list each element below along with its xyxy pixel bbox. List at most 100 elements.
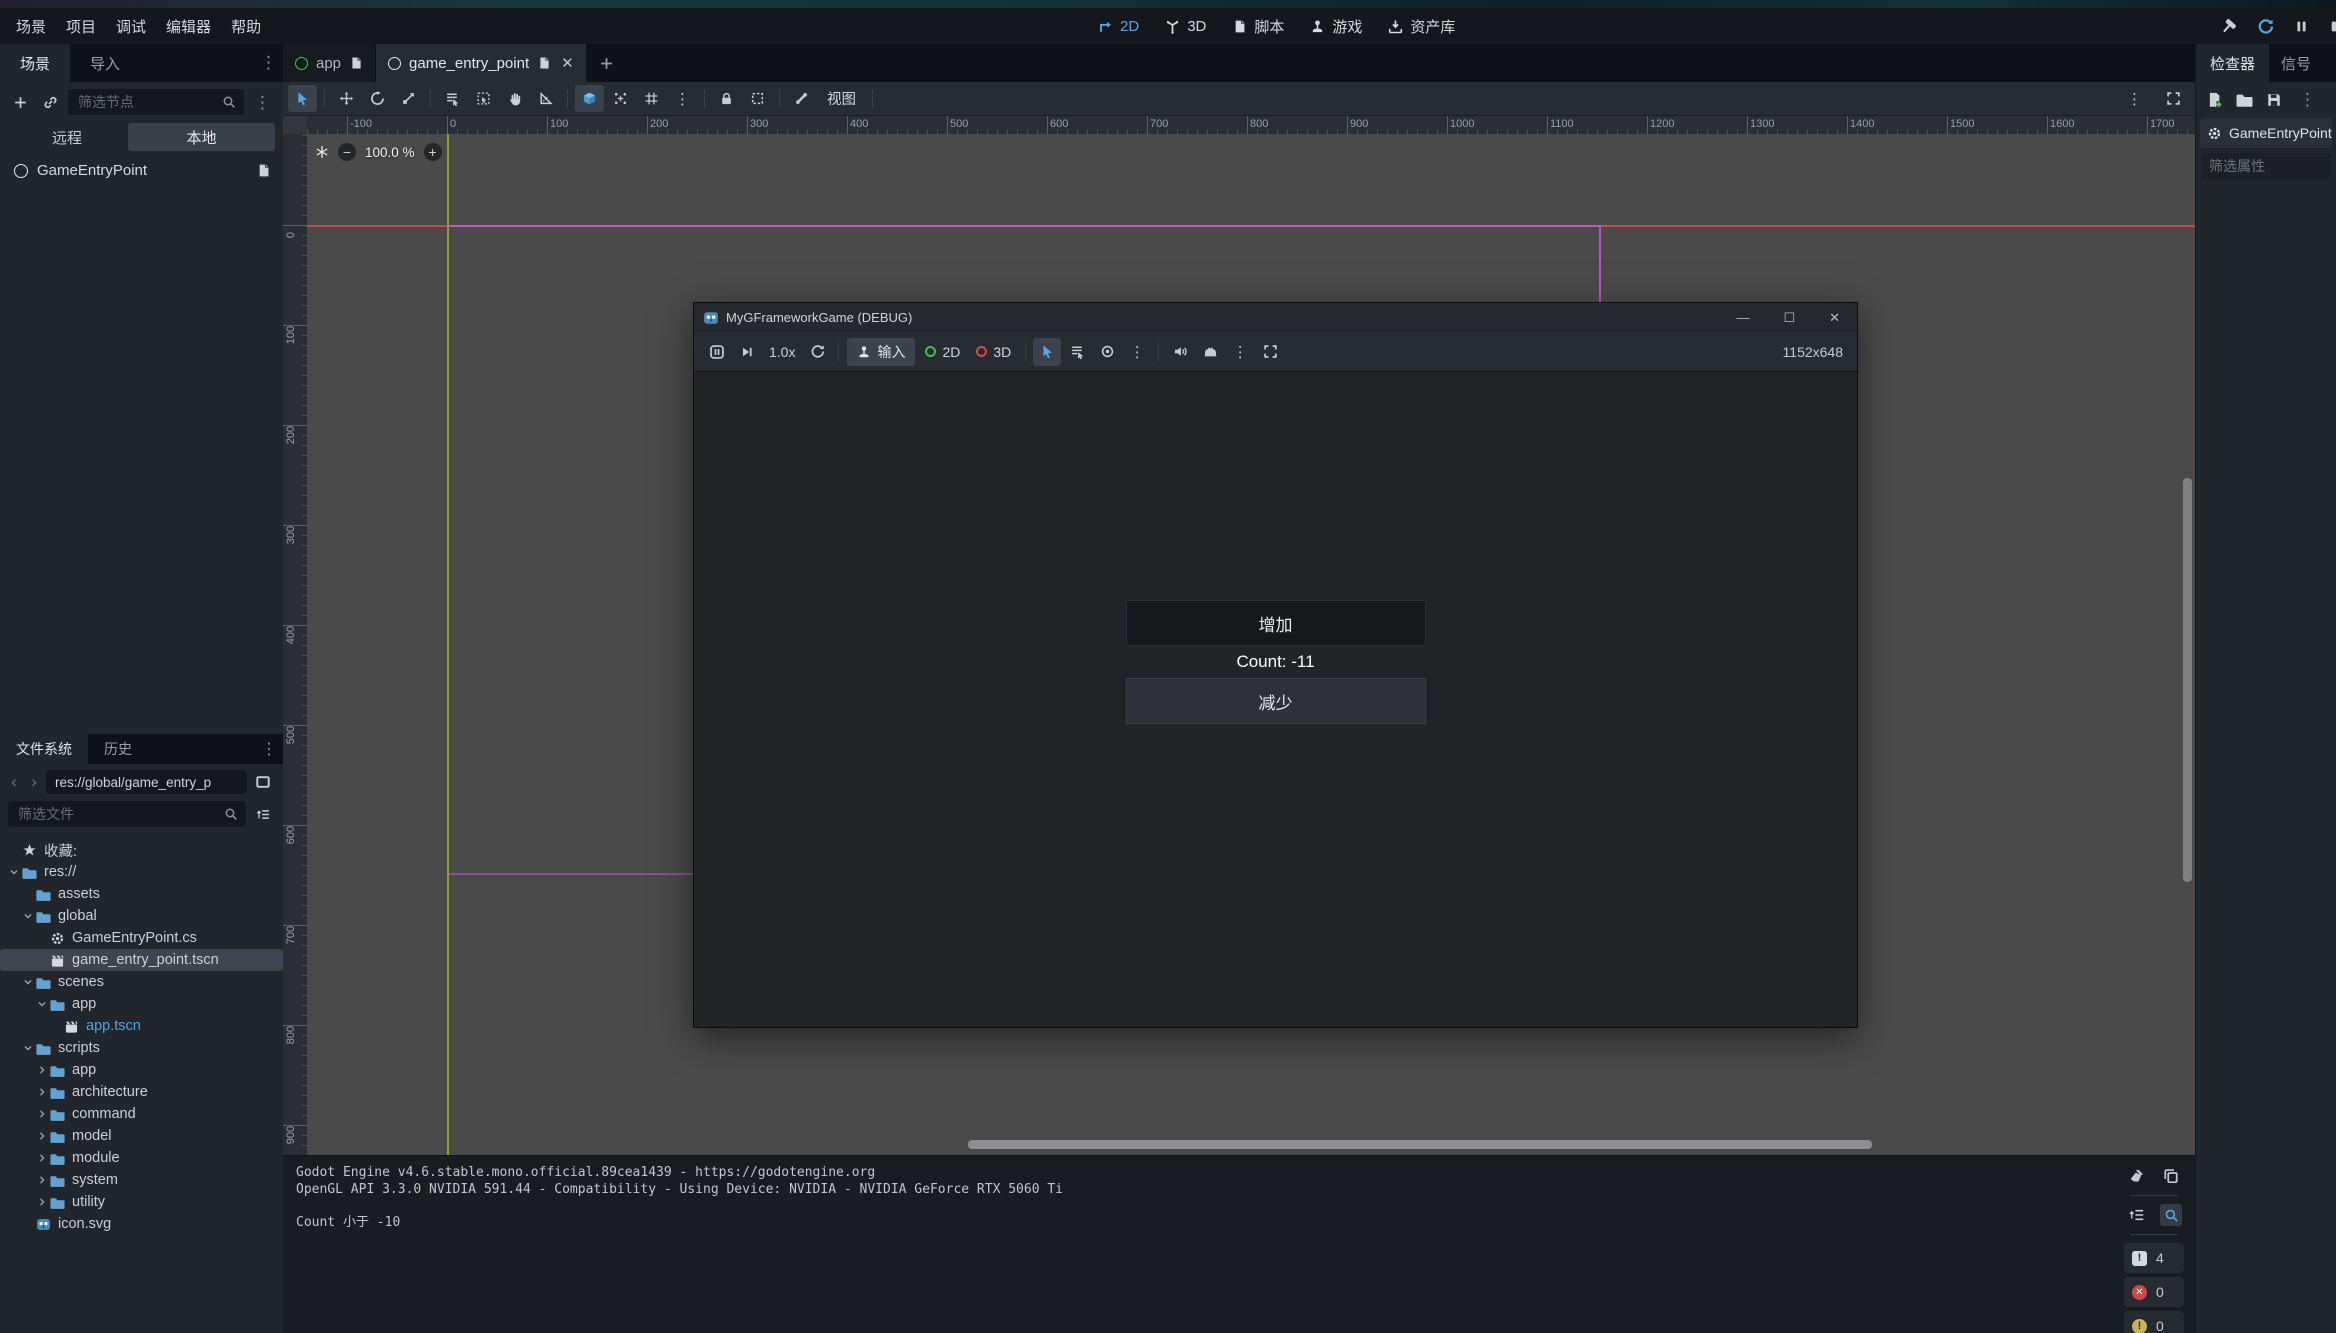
menu-1[interactable]: 场景 [6,11,56,42]
filter-properties-input[interactable]: 筛选属性 [2201,153,2331,179]
add-node-button[interactable] [8,90,32,114]
file-tree-item-utility[interactable]: utility [0,1191,283,1213]
scene-tree-menu-icon[interactable]: ⋮ [250,94,275,111]
chevron-down-icon[interactable] [20,1042,35,1054]
skeleton-options-button[interactable] [787,85,816,112]
file-tree-item-module[interactable]: module [0,1147,283,1169]
grid-snap-button[interactable] [637,85,666,112]
file-tree-item-app[interactable]: app [0,993,283,1015]
suspend-button[interactable] [703,338,731,366]
game-window-titlebar[interactable]: MyGFrameworkGame (DEBUG) — ☐ ✕ [694,303,1857,332]
canvas-area[interactable]: − 100.0 % + MyGFrameworkGame (DEBUG) — ☐ [307,134,2195,1155]
menu-5[interactable]: 帮助 [221,11,271,42]
decrease-button[interactable]: 减少 [1126,678,1426,724]
camera-options-menu-icon[interactable]: ⋮ [1123,338,1151,366]
show-selection-button[interactable] [469,85,498,112]
file-tree-item-global[interactable]: global [0,905,283,927]
embed-options-button[interactable] [1196,338,1224,366]
menu-4[interactable]: 编辑器 [156,11,221,42]
selection-list-button[interactable] [1063,338,1091,366]
scale-tool-button[interactable] [394,85,423,112]
mode-3d-button[interactable]: 3D [968,344,1019,360]
remote-tab[interactable]: 远程 [8,127,126,148]
selection-list-button[interactable] [438,85,467,112]
nav-back-icon[interactable]: ‹ [6,772,22,792]
chevron-right-icon[interactable] [34,1130,49,1142]
smart-snap-button[interactable] [575,85,604,112]
camera-override-button[interactable] [1093,338,1121,366]
stop-game-icon[interactable] [2329,19,2336,34]
workspace-资产库[interactable]: 资产库 [1388,16,1455,37]
view-menu[interactable]: 视图 [817,88,866,109]
menu-2[interactable]: 项目 [56,11,106,42]
chevron-right-icon[interactable] [34,1064,49,1076]
copy-output-icon[interactable] [2160,1165,2182,1187]
load-resource-icon[interactable] [2236,91,2253,108]
build-hammer-icon[interactable] [2220,18,2237,35]
group-node-button[interactable] [743,85,772,112]
file-tree-item-icon.svg[interactable]: icon.svg [0,1213,283,1235]
pause-game-icon[interactable] [2294,19,2309,34]
minimize-icon[interactable]: — [1736,310,1749,325]
chevron-right-icon[interactable] [34,1086,49,1098]
file-tree-item-app.tscn[interactable]: app.tscn [0,1015,283,1037]
file-tree-item-game-entry-point.tscn[interactable]: game_entry_point.tscn [0,949,283,971]
scene-tab-game-entry-point[interactable]: game_entry_point ✕ [376,44,586,82]
file-tree-item-model[interactable]: model [0,1125,283,1147]
horizontal-scrollbar[interactable] [968,1140,1872,1149]
file-tree-item--[interactable]: 收藏: [0,839,283,861]
expand-viewport-icon[interactable] [2159,85,2188,112]
close-tab-icon[interactable]: ✕ [559,54,574,72]
tab-signals[interactable]: 信号 [2269,44,2323,82]
new-scene-tab-button[interactable] [587,44,626,82]
search-output-icon[interactable] [2160,1204,2182,1226]
file-tree-item-app[interactable]: app [0,1059,283,1081]
file-tree-item-assets[interactable]: assets [0,883,283,905]
menu-3[interactable]: 调试 [106,11,156,42]
chevron-down-icon[interactable] [34,998,49,1010]
pan-tool-button[interactable] [500,85,529,112]
file-tree-item-command[interactable]: command [0,1103,283,1125]
edited-node-row[interactable]: GameEntryPoint. [2200,118,2332,148]
workspace-脚本[interactable]: 脚本 [1232,16,1284,37]
scene-dock-menu-icon[interactable]: ⋮ [260,44,277,82]
next-frame-button[interactable] [733,338,761,366]
game-menu-icon[interactable]: ⋮ [1226,338,1254,366]
close-icon[interactable]: ✕ [1829,310,1840,326]
collapse-duplicates-icon[interactable] [2126,1204,2148,1226]
file-tree-item-res-[interactable]: res:// [0,861,283,883]
warning-count-badge[interactable]: !0 [2124,1311,2184,1333]
zoom-out-button[interactable]: − [338,143,356,161]
workspace-3d[interactable]: 3D [1165,18,1206,35]
mode-2d-button[interactable]: 2D [917,344,968,360]
file-tree-item-system[interactable]: system [0,1169,283,1191]
file-tree-item-gameentrypoint.cs[interactable]: GameEntryPoint.cs [0,927,283,949]
fullscreen-button[interactable] [1256,338,1284,366]
audio-mute-button[interactable] [1166,338,1194,366]
message-count-badge[interactable]: !4 [2124,1243,2184,1273]
new-resource-icon[interactable] [2206,91,2223,108]
vertical-scrollbar[interactable] [2183,478,2192,882]
snap-menu-icon[interactable]: ⋮ [668,85,697,112]
local-tab[interactable]: 本地 [128,123,275,151]
maximize-icon[interactable]: ☐ [1783,310,1795,326]
chevron-down-icon[interactable] [20,910,35,922]
save-resource-icon[interactable] [2266,92,2282,108]
snap-options-button[interactable] [606,85,635,112]
current-path-input[interactable] [53,774,240,791]
toolbar-overflow-icon[interactable]: ⋮ [2120,85,2149,112]
select-tool-button[interactable] [288,85,317,112]
chevron-right-icon[interactable] [34,1196,49,1208]
restart-game-icon[interactable] [2257,18,2274,35]
workspace-2d[interactable]: 2D [1098,18,1139,35]
game-select-tool-button[interactable] [1033,338,1061,366]
nav-forward-icon[interactable]: › [26,772,42,792]
split-view-icon[interactable] [251,770,275,794]
chevron-down-icon[interactable] [20,976,35,988]
inspector-menu-icon[interactable]: ⋮ [2295,91,2320,108]
lock-node-button[interactable] [712,85,741,112]
error-count-badge[interactable]: ✕0 [2124,1277,2184,1307]
ruler-tool-button[interactable] [531,85,560,112]
file-tree-item-architecture[interactable]: architecture [0,1081,283,1103]
tab-import[interactable]: 导入 [70,44,140,82]
